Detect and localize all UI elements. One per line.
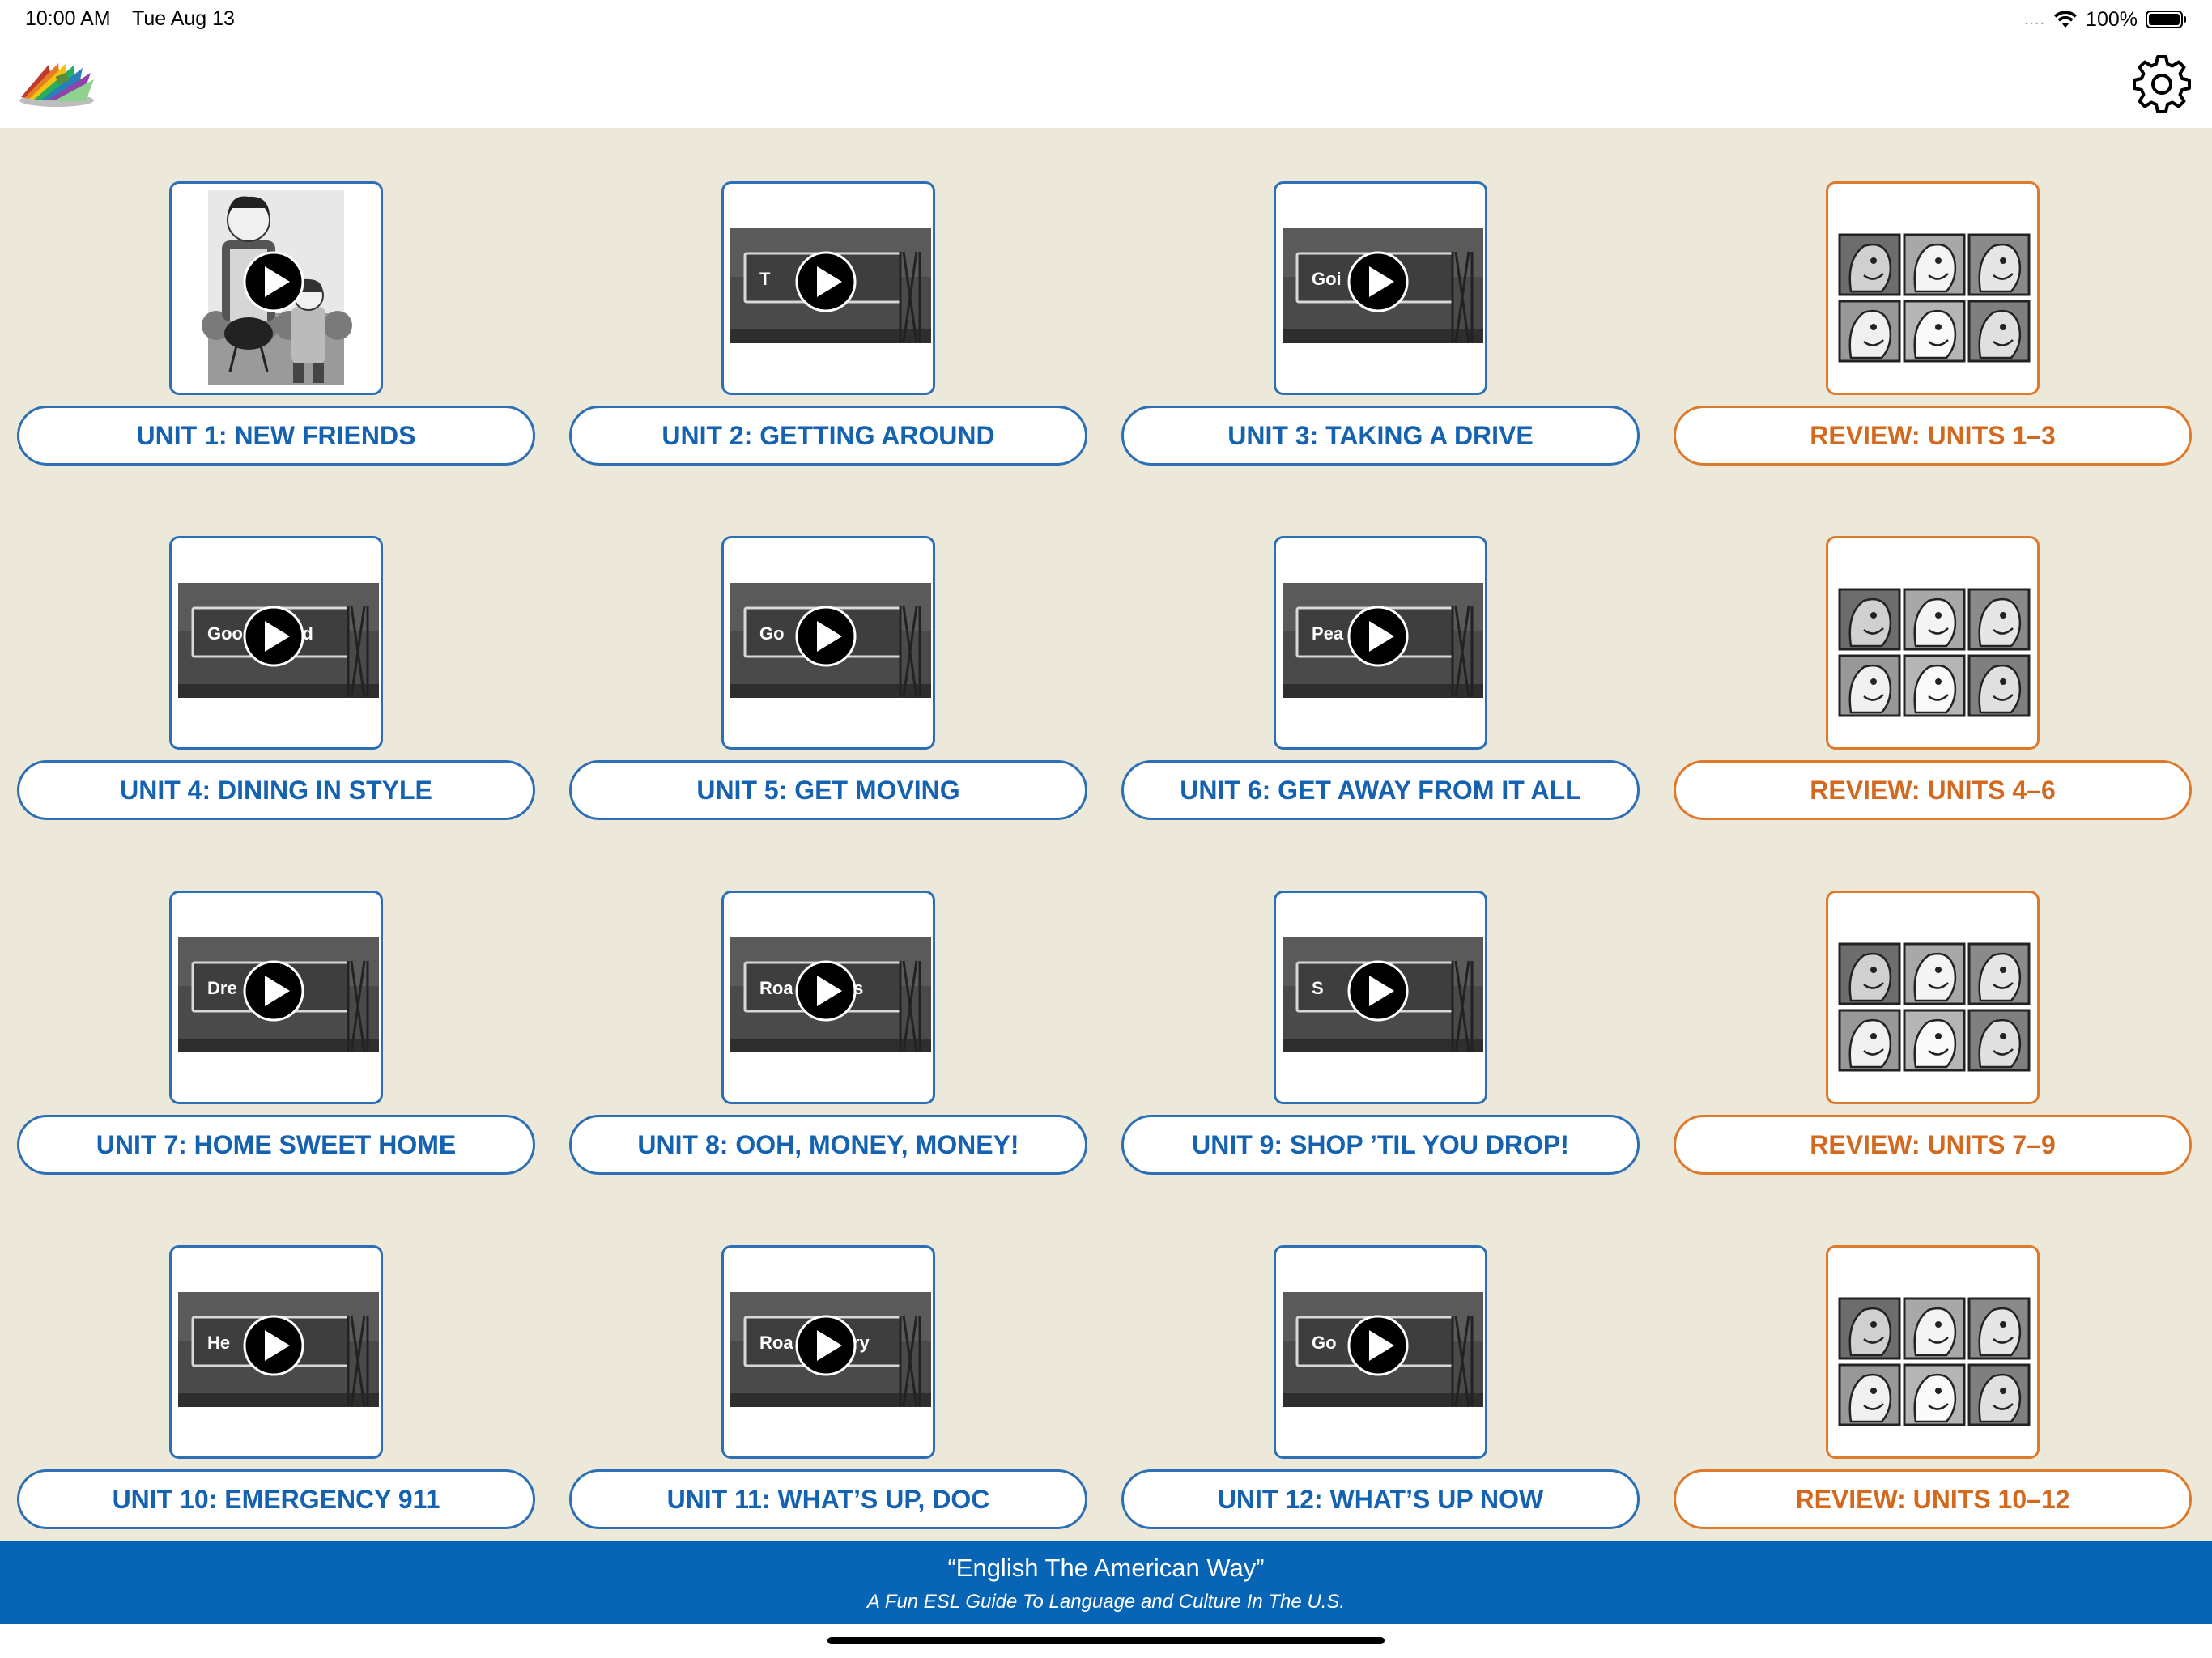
wifi-icon (2054, 11, 2078, 28)
home-indicator[interactable] (827, 1637, 1385, 1644)
unit-button[interactable]: UNIT 2: GETTING AROUND (569, 406, 1087, 466)
footer-title: “English The American Way” (947, 1554, 1265, 1582)
unit-card: UNIT 1: NEW FRIENDS (17, 128, 535, 466)
unit-card: T y UNIT 2: GETTING AROUND (569, 128, 1087, 466)
unit-card: Goo ead UNIT 4: DINING IN STYLE (17, 483, 535, 820)
play-icon (795, 960, 857, 1022)
review-thumbnail[interactable] (1826, 1245, 2040, 1459)
video-thumbnail[interactable]: Roa very (721, 1245, 935, 1459)
video-thumbnail[interactable] (169, 181, 383, 395)
status-indicators: .... 100% (2023, 6, 2186, 32)
play-icon (243, 960, 304, 1022)
review-thumbnail[interactable] (1826, 536, 2040, 750)
status-time: 10:00 AM (25, 7, 111, 30)
play-icon (243, 251, 304, 312)
unit-card: S g UNIT 9: SHOP ’TIL YOU DROP! (1121, 837, 1640, 1175)
play-icon (243, 606, 304, 667)
play-icon (795, 1315, 857, 1376)
video-thumbnail[interactable]: Pea iet (1274, 536, 1487, 750)
review-button[interactable]: REVIEW: UNITS 7–9 (1674, 1115, 2192, 1175)
review-thumbnail[interactable] (1826, 891, 2040, 1104)
unit-card: He ad UNIT 10: EMERGENCY 911 (17, 1192, 535, 1529)
unit-button[interactable]: UNIT 9: SHOP ’TIL YOU DROP! (1121, 1115, 1640, 1175)
play-icon (795, 606, 857, 667)
unit-button[interactable]: UNIT 5: GET MOVING (569, 760, 1087, 820)
unit-card: Go lth UNIT 12: WHAT’S UP NOW (1121, 1192, 1640, 1529)
play-icon (1347, 1315, 1409, 1376)
footer-subtitle: A Fun ESL Guide To Language and Culture … (866, 1591, 1346, 1613)
unit-button[interactable]: UNIT 4: DINING IN STYLE (17, 760, 535, 820)
unit-button[interactable]: UNIT 7: HOME SWEET HOME (17, 1115, 535, 1175)
unit-button[interactable]: UNIT 11: WHAT’S UP, DOC (569, 1469, 1087, 1529)
unit-button[interactable]: UNIT 10: EMERGENCY 911 (17, 1469, 535, 1529)
play-icon (1347, 960, 1409, 1022)
color-swatch-fan-logo-icon[interactable] (16, 55, 97, 112)
unit-button[interactable]: UNIT 12: WHAT’S UP NOW (1121, 1469, 1640, 1529)
video-thumbnail[interactable]: Go es (721, 536, 935, 750)
footer-banner: “English The American Way” A Fun ESL Gui… (0, 1541, 2212, 1624)
unit-card: Dre ne UNIT 7: HOME SWEET HOME (17, 837, 535, 1175)
video-thumbnail[interactable]: T y (721, 181, 935, 395)
gear-icon (2133, 55, 2191, 113)
unit-card: Roa very UNIT 11: WHAT’S UP, DOC (569, 1192, 1087, 1529)
video-thumbnail[interactable]: Roa hes (721, 891, 935, 1104)
play-icon (243, 1315, 304, 1376)
battery-level (2149, 14, 2180, 25)
unit-card: Pea iet UNIT 6: GET AWAY FROM IT ALL (1121, 483, 1640, 820)
unit-button[interactable]: UNIT 3: TAKING A DRIVE (1121, 406, 1640, 466)
unit-button[interactable]: UNIT 6: GET AWAY FROM IT ALL (1121, 760, 1640, 820)
unit-button[interactable]: UNIT 8: OOH, MONEY, MONEY! (569, 1115, 1087, 1175)
video-thumbnail[interactable]: Goo ead (169, 536, 383, 750)
review-card: REVIEW: UNITS 4–6 (1674, 483, 2192, 820)
unit-card: Goi es UNIT 3: TAKING A DRIVE (1121, 128, 1640, 466)
video-thumbnail[interactable]: Goi es (1274, 181, 1487, 395)
review-card: REVIEW: UNITS 10–12 (1674, 1192, 2192, 1529)
review-card: REVIEW: UNITS 1–3 (1674, 128, 2192, 466)
review-card: REVIEW: UNITS 7–9 (1674, 837, 2192, 1175)
unit-card: Roa hes UNIT 8: OOH, MONEY, MONEY! (569, 837, 1087, 1175)
review-button[interactable]: REVIEW: UNITS 10–12 (1674, 1469, 2192, 1529)
video-thumbnail[interactable]: Go lth (1274, 1245, 1487, 1459)
units-content: UNIT 1: NEW FRIENDS T y UNIT 2: GETTING AR… (0, 128, 2212, 1541)
unit-card: Go es UNIT 5: GET MOVING (569, 483, 1087, 820)
play-icon (1347, 251, 1409, 312)
nav-bar (0, 39, 2212, 128)
battery-percent: 100% (2086, 7, 2138, 31)
unit-button[interactable]: UNIT 1: NEW FRIENDS (17, 406, 535, 466)
status-date: Tue Aug 13 (132, 7, 235, 30)
settings-button[interactable] (2131, 53, 2193, 115)
units-grid: UNIT 1: NEW FRIENDS T y UNIT 2: GETTING AR… (0, 128, 2212, 1541)
review-thumbnail[interactable] (1826, 181, 2040, 395)
battery-icon (2146, 11, 2186, 28)
bottom-safe-area (0, 1624, 2212, 1658)
status-bar: 10:00 AM Tue Aug 13 .... 100% (0, 0, 2212, 39)
play-icon (1347, 606, 1409, 667)
video-thumbnail[interactable]: He ad (169, 1245, 383, 1459)
app-root: 10:00 AM Tue Aug 13 .... 100% UNIT 1: NE… (0, 0, 2212, 1658)
play-icon (795, 251, 857, 312)
review-button[interactable]: REVIEW: UNITS 4–6 (1674, 760, 2192, 820)
video-thumbnail[interactable]: Dre ne (169, 891, 383, 1104)
review-button[interactable]: REVIEW: UNITS 1–3 (1674, 406, 2192, 466)
video-thumbnail[interactable]: S g (1274, 891, 1487, 1104)
cellular-signal-icon: .... (2023, 10, 2046, 28)
